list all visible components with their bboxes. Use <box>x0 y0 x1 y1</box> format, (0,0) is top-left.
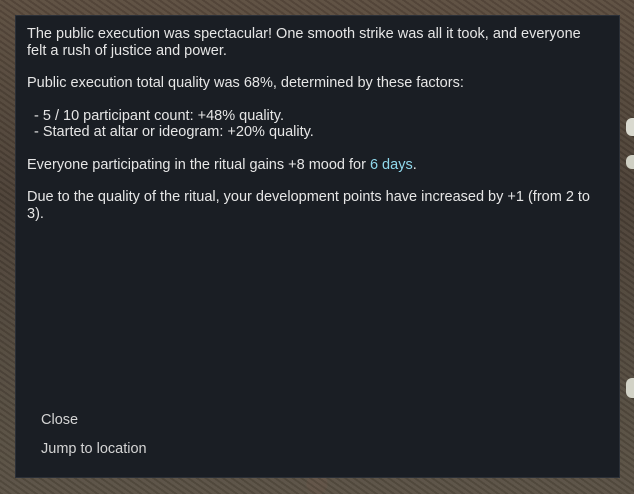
mood-duration: 6 days <box>369 156 413 173</box>
quality-factor: - 5 / 10 participant count: +48% quality… <box>34 107 285 124</box>
close-button[interactable]: Close <box>41 412 147 428</box>
quality-factor: - Started at altar or ideogram: +20% qua… <box>34 124 314 140</box>
development-points-text: Due to the quality of the ritual, your d… <box>27 189 591 222</box>
mood-text-suffix: . <box>412 156 417 173</box>
ritual-outcome-dialog: The public execution was spectacular! On… <box>15 15 620 478</box>
jump-to-location-button[interactable]: Jump to location <box>41 441 147 457</box>
dialog-buttons: Close Jump to location <box>41 412 147 470</box>
map-rock <box>626 155 634 169</box>
quality-summary: Public execution total quality was 68%, … <box>27 75 464 91</box>
mood-text: Everyone participating in the ritual gai… <box>27 157 599 174</box>
map-rock <box>626 378 634 398</box>
mood-text-prefix: Everyone participating in the ritual gai… <box>27 156 370 173</box>
dialog-content: The public execution was spectacular! On… <box>27 26 599 238</box>
intro-text: The public execution was spectacular! On… <box>27 26 581 59</box>
map-rock <box>626 118 634 136</box>
quality-factors-list: - 5 / 10 participant count: +48% quality… <box>27 108 599 141</box>
